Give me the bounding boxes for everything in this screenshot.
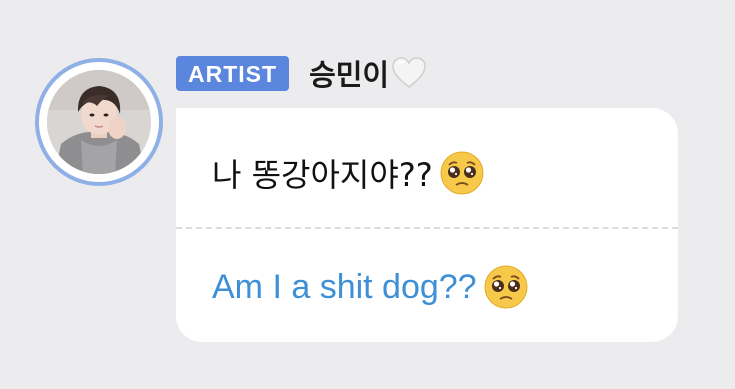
message-header: ARTIST 승민이 <box>176 52 427 94</box>
message-bubble[interactable]: 나 똥강아지야?? Am I a shit dog?? <box>176 108 678 342</box>
original-text: 나 똥강아지야?? <box>212 156 433 194</box>
pleading-face-icon <box>439 150 485 196</box>
artist-avatar[interactable] <box>39 62 159 182</box>
white-heart-icon <box>391 56 427 90</box>
translated-text: Am I a shit dog?? <box>212 267 477 306</box>
translated-message: Am I a shit dog?? <box>212 264 529 310</box>
avatar-photo <box>47 70 151 174</box>
original-message: 나 똥강아지야?? <box>212 150 485 196</box>
sender: 승민이 <box>309 52 427 94</box>
pleading-face-icon <box>483 264 529 310</box>
artist-badge: ARTIST <box>176 55 290 91</box>
translation-divider <box>176 227 678 229</box>
sender-name: 승민이 <box>309 58 390 92</box>
